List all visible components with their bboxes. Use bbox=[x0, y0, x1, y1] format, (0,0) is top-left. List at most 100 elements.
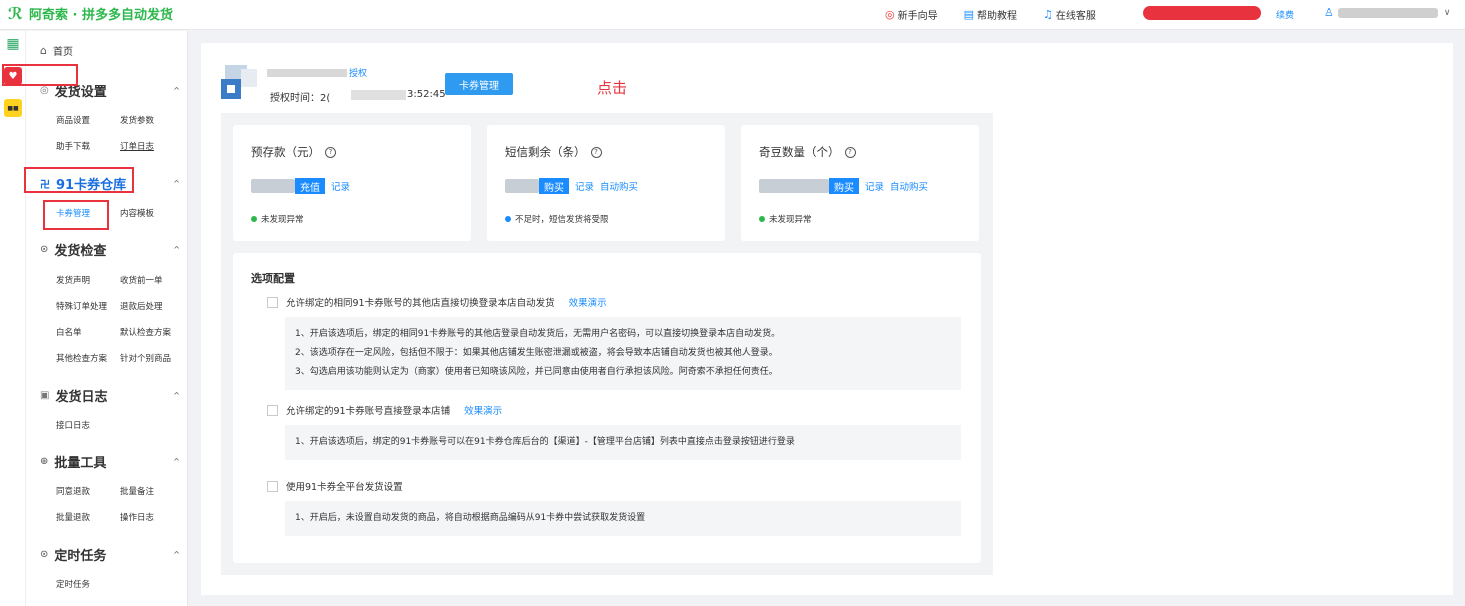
sidebar-section-batch-tools[interactable]: ⊕ 批量工具 ^ bbox=[40, 452, 180, 471]
sidebar-section-delivery-check[interactable]: ⊙ 发货检查 ^ bbox=[40, 240, 180, 259]
highlight-box-rail bbox=[2, 64, 78, 86]
help-icon[interactable]: ? bbox=[325, 146, 336, 158]
sidebar-section-delivery-log[interactable]: ▣ 发货日志 ^ bbox=[40, 386, 180, 405]
settings-icon: ◎ bbox=[40, 85, 49, 96]
auto-buy-link[interactable]: 自动购买 bbox=[600, 179, 638, 193]
headset-icon: ♫ bbox=[1043, 8, 1053, 21]
option-label[interactable]: 允许绑定的相同91卡券账号的其他店直接切换登录本店自动发货 bbox=[286, 295, 555, 309]
sidebar-item[interactable]: 收货前一单 bbox=[120, 274, 186, 286]
guide-link[interactable]: ◎ 新手向导 bbox=[885, 7, 938, 22]
sidebar-item[interactable]: 发货声明 bbox=[56, 274, 120, 286]
app-title: 阿奇索 · 拼多多自动发货 bbox=[29, 8, 174, 23]
sidebar-item[interactable]: 批量退款 bbox=[56, 511, 120, 523]
coupon-management-button[interactable]: 卡券管理 bbox=[445, 73, 513, 95]
status-dot-icon bbox=[759, 216, 765, 222]
sidebar-item[interactable]: 操作日志 bbox=[120, 511, 186, 523]
user-icon: ♙ bbox=[1324, 6, 1334, 19]
highlight-box-card-repo bbox=[24, 167, 134, 193]
click-annotation: 点击 bbox=[597, 79, 628, 97]
card-title: 奇豆数量（个）? bbox=[759, 144, 856, 160]
auto-buy-link[interactable]: 自动购买 bbox=[890, 179, 928, 193]
highlight-box-coupon-menu bbox=[43, 200, 109, 230]
auth-link[interactable]: 授权 bbox=[349, 66, 367, 79]
sidebar-item[interactable]: 退款后处理 bbox=[120, 300, 186, 312]
help-link[interactable]: ▤ 帮助教程 bbox=[964, 7, 1017, 22]
record-link[interactable]: 记录 bbox=[331, 179, 350, 193]
sidebar-item[interactable]: 默认检查方案 bbox=[120, 326, 186, 338]
balance-card: 预存款（元）? 充值 记录 未发现异常 bbox=[233, 125, 471, 241]
option-label[interactable]: 使用91卡券全平台发货设置 bbox=[286, 479, 403, 493]
section-label: 发货日志 bbox=[55, 390, 108, 405]
redacted-value bbox=[505, 179, 539, 193]
yellow-app-icon[interactable]: ■■ bbox=[4, 99, 22, 117]
sidebar-item[interactable]: 针对个别商品 bbox=[120, 352, 186, 364]
buy-beans-button[interactable]: 购买 bbox=[829, 178, 859, 194]
renew-link[interactable]: 续费 bbox=[1276, 8, 1294, 21]
submenu-delivery-log: 接口日志 bbox=[56, 419, 186, 431]
sidebar-item[interactable]: 定时任务 bbox=[56, 578, 120, 590]
record-link[interactable]: 记录 bbox=[865, 179, 884, 193]
sidebar-item[interactable]: 助手下载 bbox=[56, 140, 120, 152]
submenu-scheduled: 定时任务 bbox=[56, 578, 186, 590]
status-dot-icon bbox=[505, 216, 511, 222]
status-text: 不足时，短信发货将受限 bbox=[505, 213, 609, 225]
redacted-value bbox=[251, 179, 295, 193]
sidebar-item[interactable]: 其他检查方案 bbox=[56, 352, 120, 364]
buy-sms-button[interactable]: 购买 bbox=[539, 178, 569, 194]
option-full-platform: 使用91卡券全平台发货设置 bbox=[267, 479, 403, 493]
note-line: 1、开启该选项后，绑定的91卡券账号可以在91卡券仓库后台的【渠道】-【管理平台… bbox=[295, 437, 795, 447]
sidebar-item-home[interactable]: ⌂ 首页 bbox=[40, 43, 73, 58]
section-label: 批量工具 bbox=[54, 456, 107, 471]
redacted-shop-name bbox=[267, 69, 347, 77]
support-link[interactable]: ♫ 在线客服 bbox=[1043, 7, 1096, 22]
sidebar: ⌂ 首页 ◎ 发货设置 ^ 商品设置 发货参数 助手下载 订单日志 卍 91卡券仓库… bbox=[26, 31, 188, 606]
brand[interactable]: ℛ 阿奇索 · 拼多多自动发货 bbox=[8, 4, 173, 23]
user-menu[interactable]: ♙ ∨ bbox=[1324, 6, 1450, 19]
sms-card: 短信剩余（条）? 购买 记录 自动购买 不足时，短信发货将受限 bbox=[487, 125, 725, 241]
sidebar-section-scheduled[interactable]: ⊙ 定时任务 ^ bbox=[40, 545, 180, 564]
status-dot-icon bbox=[251, 216, 257, 222]
shop-info: 授权 授权时间：2( 3:52:45 bbox=[219, 61, 446, 106]
recharge-button[interactable]: 充值 bbox=[295, 178, 325, 194]
redacted-username bbox=[1337, 7, 1438, 18]
demo-link[interactable]: 效果演示 bbox=[464, 403, 502, 417]
sidebar-item[interactable]: 接口日志 bbox=[56, 419, 120, 431]
sidebar-item[interactable]: 商品设置 bbox=[56, 114, 120, 126]
sidebar-item[interactable]: 内容模板 bbox=[120, 207, 186, 219]
help-label: 帮助教程 bbox=[977, 11, 1018, 22]
sidebar-item[interactable]: 白名单 bbox=[56, 326, 120, 338]
demo-link[interactable]: 效果演示 bbox=[569, 295, 607, 309]
apps-grid-icon[interactable]: ▦ bbox=[4, 35, 22, 53]
home-icon: ⌂ bbox=[40, 44, 47, 57]
sidebar-item[interactable]: 特殊订单处理 bbox=[56, 300, 120, 312]
check-icon: ⊙ bbox=[40, 244, 49, 255]
sidebar-item[interactable]: 批量备注 bbox=[120, 485, 186, 497]
chevron-up-icon: ^ bbox=[173, 179, 180, 188]
option-checkbox[interactable] bbox=[267, 296, 278, 308]
icon-rail: ▦ ♥ ■■ bbox=[0, 31, 26, 606]
auth-time-label: 授权时间：2( bbox=[270, 93, 331, 104]
home-label: 首页 bbox=[52, 47, 73, 58]
option-checkbox[interactable] bbox=[267, 480, 278, 492]
note-line: 3、勾选启用该功能则认定为（商家）使用者已知晓该风险，并已同意由使用者自行承担该… bbox=[295, 367, 778, 377]
sidebar-item[interactable]: 发货参数 bbox=[120, 114, 186, 126]
auth-time-tail: 3:52:45 bbox=[407, 89, 446, 100]
chevron-up-icon: ^ bbox=[173, 86, 180, 95]
option-note: 1、开启后，未设置自动发货的商品，将自动根据商品编码从91卡券中尝试获取发货设置 bbox=[285, 501, 961, 536]
sidebar-item[interactable]: 同意退款 bbox=[56, 485, 120, 497]
content-area: 预存款（元）? 充值 记录 未发现异常 短信剩余（条）? 购买 记录 自动购买 … bbox=[221, 113, 993, 575]
help-icon[interactable]: ? bbox=[590, 146, 602, 158]
sidebar-item[interactable]: 订单日志 bbox=[120, 140, 186, 152]
redacted-badge bbox=[1143, 6, 1261, 20]
record-link[interactable]: 记录 bbox=[575, 179, 594, 193]
card-title: 预存款（元）? bbox=[251, 144, 336, 160]
section-label: 发货检查 bbox=[54, 244, 107, 259]
option-note: 1、开启该选项后，绑定的91卡券账号可以在91卡券仓库后台的【渠道】-【管理平台… bbox=[285, 425, 961, 460]
option-checkbox[interactable] bbox=[267, 404, 278, 416]
options-panel: 选项配置 允许绑定的相同91卡券账号的其他店直接切换登录本店自动发货 效果演示 … bbox=[233, 253, 981, 563]
note-line: 2、该选项存在一定风险，包括但不限于：如果其他店铺发生账密泄漏或被盗，将会导致本… bbox=[295, 348, 778, 358]
note-line: 1、开启后，未设置自动发货的商品，将自动根据商品编码从91卡券中尝试获取发货设置 bbox=[295, 513, 646, 523]
option-label[interactable]: 允许绑定的91卡券账号直接登录本店铺 bbox=[286, 403, 450, 417]
option-direct-login: 允许绑定的91卡券账号直接登录本店铺 效果演示 bbox=[267, 403, 502, 417]
help-icon[interactable]: ? bbox=[844, 146, 856, 158]
